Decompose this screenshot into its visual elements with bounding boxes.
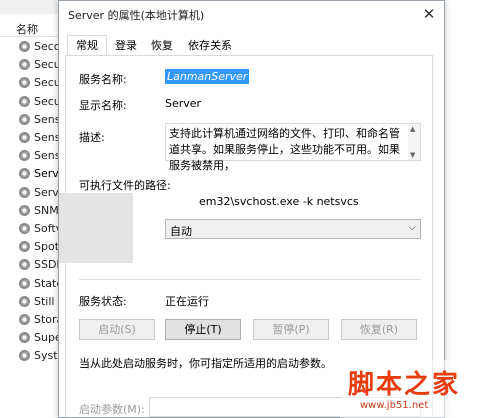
description-scrollbar[interactable]: ▲ ▼: [408, 124, 420, 160]
service-name-label: 服务名称:: [79, 73, 127, 86]
startup-type-value: 自动: [170, 225, 192, 238]
blurred-region: [59, 193, 133, 263]
service-gear-icon: [19, 77, 30, 89]
list-item-label: Secu: [34, 76, 61, 90]
stop-button[interactable]: 停止(T): [165, 319, 241, 340]
scroll-up-icon[interactable]: ▲: [410, 125, 415, 133]
service-gear-icon: [19, 332, 30, 344]
list-item-label: Sens: [34, 112, 61, 126]
service-gear-icon: [19, 223, 30, 234]
service-gear-icon: [19, 41, 30, 52]
exe-path-value: em32\svchost.exe -k netsvcs: [199, 195, 359, 208]
dialog-titlebar: Server 的属性(本地计算机) ✕: [59, 1, 444, 29]
tab-recovery[interactable]: 恢复: [145, 35, 179, 55]
start-button[interactable]: 启动(S): [79, 319, 155, 340]
scroll-down-icon[interactable]: ▼: [410, 151, 415, 159]
list-item-label: Spot: [34, 240, 60, 254]
display-name-label: 显示名称:: [79, 99, 127, 112]
service-gear-icon: [19, 277, 30, 289]
service-gear-icon: [19, 350, 30, 362]
service-gear-icon: [19, 186, 30, 198]
service-gear-icon: [19, 241, 30, 253]
pause-button[interactable]: 暂停(P): [253, 319, 329, 340]
service-gear-icon: [19, 150, 30, 162]
start-params-label: 启动参数(M):: [79, 403, 145, 416]
service-gear-icon: [19, 295, 30, 307]
list-item-label: Secu: [34, 94, 61, 108]
service-name-value[interactable]: LanmanServer: [165, 69, 250, 84]
chevron-down-icon: ⌵: [408, 222, 416, 233]
service-gear-icon: [19, 113, 30, 125]
tab-general[interactable]: 常规: [67, 35, 107, 56]
close-icon[interactable]: ✕: [417, 3, 441, 25]
tab-dependencies[interactable]: 依存关系: [181, 35, 239, 55]
list-item-label: Secu: [34, 58, 61, 72]
divider: [79, 279, 421, 280]
watermark: 脚本之家 www.jb51.net: [340, 360, 500, 418]
service-gear-icon: [19, 168, 30, 180]
dialog-title: Server 的属性(本地计算机): [68, 9, 205, 22]
column-header-name[interactable]: 名称: [16, 21, 38, 37]
list-item-label: Seco: [34, 40, 61, 53]
exe-path-label: 可执行文件的路径:: [79, 179, 171, 192]
watermark-url: www.jb51.net: [360, 400, 429, 411]
description-text: 支持此计算机通过网络的文件、打印、和命名管道共享。如果服务停止，这些功能不可用。…: [169, 127, 400, 172]
list-item-label: Sens: [34, 131, 61, 144]
list-item-label: Serv: [34, 167, 59, 181]
service-gear-icon: [19, 314, 30, 325]
watermark-logo: 脚本之家: [348, 370, 461, 400]
tab-logon[interactable]: 登录: [109, 35, 143, 55]
description-textarea[interactable]: 支持此计算机通过网络的文件、打印、和命名管道共享。如果服务停止，这些功能不可用。…: [165, 123, 421, 172]
list-item-label: SNM: [34, 203, 59, 217]
service-gear-icon: [19, 95, 30, 107]
description-label: 描述:: [79, 131, 105, 144]
service-gear-icon: [19, 259, 30, 271]
display-name-value: Server: [165, 97, 202, 110]
service-gear-icon: [19, 59, 30, 71]
start-params-hint: 当从此处启动服务时，你可指定所适用的启动参数。: [79, 357, 332, 370]
list-item-label: Sens: [34, 149, 61, 163]
service-status-label: 服务状态:: [79, 295, 127, 308]
properties-dialog: Server 的属性(本地计算机) ✕ 常规 登录 恢复 依存关系 服务名称: …: [58, 0, 445, 418]
service-status-value: 正在运行: [165, 295, 209, 308]
service-gear-icon: [19, 204, 30, 216]
resume-button[interactable]: 恢复(R): [341, 319, 417, 340]
startup-type-select[interactable]: 自动 ⌵: [165, 219, 421, 239]
service-gear-icon: [19, 132, 30, 143]
